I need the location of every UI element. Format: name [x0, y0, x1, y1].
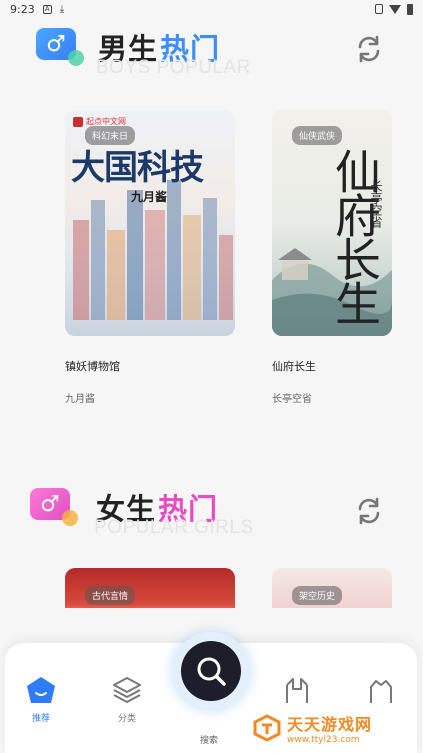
cover-author: 九月酱 — [131, 190, 168, 204]
layers-icon — [113, 677, 141, 703]
boys-popular-section: ♂ 男生热门 BOYS POPULAR 起点中文网 科幻末日 大国科技 九月酱 … — [0, 22, 423, 405]
male-icon: ♂ — [36, 28, 84, 66]
search-button[interactable] — [172, 632, 250, 710]
genre-tag: 架空历史 — [292, 586, 343, 605]
watermark: 天天游戏网 www.ttyl23.com — [245, 706, 423, 750]
profile-icon — [370, 680, 392, 703]
genre-tag: 仙侠武侠 — [292, 126, 343, 145]
book-cover[interactable]: 架空历史 — [272, 568, 392, 608]
book-cover[interactable]: 古代言情 — [65, 568, 235, 608]
cover-author: 长亭空省 — [369, 180, 383, 228]
book-title: 仙府长生 — [272, 360, 316, 373]
battery-icon — [407, 3, 413, 15]
status-bar: 9:23 A ⤓ — [0, 0, 423, 18]
refresh-button[interactable] — [352, 494, 386, 528]
refresh-icon — [358, 497, 380, 525]
cover-title: 仙府长生 — [328, 148, 382, 324]
female-icon: ♂ — [30, 488, 78, 526]
section-header: ♂ 男生热门 BOYS POPULAR — [0, 22, 423, 82]
watermark-logo-icon — [253, 714, 281, 742]
bookshelf-icon — [286, 678, 308, 703]
book-card[interactable]: 仙侠武侠 仙府长生 长亭空省 仙府长生 长亭空省 — [272, 110, 423, 405]
book-cover[interactable]: 仙侠武侠 仙府长生 长亭空省 — [272, 110, 392, 336]
section-subtitle: POPULAR GIRLS — [94, 517, 254, 538]
girls-popular-section: ♂ 女生热门 POPULAR GIRLS 古代言情 架空历史 — [0, 482, 423, 608]
cover-title: 大国科技 — [71, 148, 204, 188]
download-icon: ⤓ — [59, 3, 65, 15]
tab-category[interactable]: 分类 — [97, 675, 157, 735]
watermark-url: www.ttyl23.com — [287, 735, 360, 745]
book-cover[interactable]: 起点中文网 科幻末日 大国科技 九月酱 — [65, 110, 235, 336]
watermark-name: 天天游戏网 — [287, 715, 373, 734]
section-header: ♂ 女生热门 POPULAR GIRLS — [0, 482, 423, 542]
book-card[interactable]: 架空历史 — [272, 568, 423, 608]
vibrate-icon — [375, 4, 383, 14]
book-card[interactable]: 古代言情 — [65, 568, 235, 608]
refresh-icon — [358, 35, 380, 63]
a-icon: A — [42, 4, 52, 14]
book-title: 镇妖博物馆 — [65, 360, 120, 373]
book-author: 长亭空省 — [272, 394, 312, 405]
book-author: 九月酱 — [65, 394, 95, 405]
genre-tag: 古代言情 — [85, 586, 136, 605]
tab-label: 推荐 — [31, 714, 50, 724]
search-icon — [197, 657, 226, 686]
search-tab-label: 搜索 — [200, 736, 219, 746]
tab-recommend[interactable]: 推荐 — [11, 675, 71, 735]
tab-label: 分类 — [117, 714, 136, 724]
book-carousel[interactable]: 古代言情 架空历史 — [0, 568, 423, 608]
section-subtitle: BOYS POPULAR — [96, 57, 251, 78]
book-carousel[interactable]: 起点中文网 科幻末日 大国科技 九月酱 镇妖博物馆 九月酱 仙侠武侠 仙府长生 — [0, 110, 423, 410]
status-time: 9:23 — [10, 2, 35, 16]
home-icon — [27, 677, 55, 703]
refresh-button[interactable] — [352, 32, 386, 66]
book-card[interactable]: 起点中文网 科幻末日 大国科技 九月酱 镇妖博物馆 九月酱 — [65, 110, 235, 405]
wifi-icon — [389, 4, 401, 14]
